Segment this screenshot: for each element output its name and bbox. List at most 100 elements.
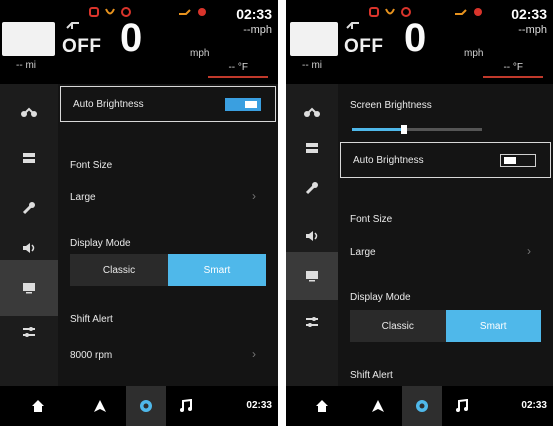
- shift-alert-value[interactable]: 8000 rpm: [70, 350, 112, 361]
- toggle-knob: [504, 157, 516, 164]
- display-mode-classic[interactable]: Classic: [350, 310, 446, 342]
- shift-alert-label: Shift Alert: [350, 370, 393, 381]
- auto-brightness-toggle[interactable]: [500, 154, 536, 167]
- warning-lights-right: [178, 6, 208, 18]
- display-mode-selector[interactable]: Classic Smart: [70, 254, 266, 286]
- brake-warning-icon: [474, 8, 482, 16]
- speed-readout: 0: [120, 16, 143, 60]
- display-icon: [23, 283, 35, 294]
- chevron-right-icon[interactable]: ›: [252, 347, 256, 361]
- slider-fill: [352, 128, 404, 131]
- sidebar-item-layout[interactable]: [0, 130, 58, 186]
- temperature-bar: [208, 76, 268, 78]
- nav-clock: 02:33: [521, 400, 547, 411]
- nav-music[interactable]: [442, 386, 482, 426]
- temperature-readout: -- °F: [503, 62, 523, 73]
- temperature-bar: [483, 76, 543, 78]
- gear-icon: [416, 400, 428, 412]
- home-icon: [32, 400, 44, 412]
- motorcycle-icon: [304, 107, 320, 117]
- display-mode-smart[interactable]: Smart: [445, 310, 541, 342]
- chevron-right-icon[interactable]: ›: [252, 189, 256, 203]
- settings-screen-auto-brightness-on: -- mi OFF 0 mph 02:33 --mph -- °F Auto B…: [0, 0, 278, 426]
- warning-lights-right: [454, 6, 484, 18]
- status-header: -- mi OFF 0 mph 02:33 --mph -- °F: [0, 0, 278, 84]
- auto-brightness-toggle[interactable]: [225, 98, 261, 111]
- music-note-icon: [180, 399, 192, 412]
- tire-pressure-icon: [385, 8, 395, 15]
- engine-warning-icon: [369, 7, 379, 17]
- display-mode-selector[interactable]: Classic Smart: [350, 310, 541, 342]
- auto-brightness-row[interactable]: Auto Brightness: [60, 86, 276, 122]
- nav-settings[interactable]: [126, 386, 166, 426]
- toggle-knob: [245, 101, 257, 108]
- font-size-value[interactable]: Large: [350, 247, 376, 258]
- dashboard-layout-icon: [306, 143, 318, 153]
- warning-lights-left: [368, 6, 412, 18]
- nav-clock: 02:33: [246, 400, 272, 411]
- wrench-icon: [22, 202, 35, 215]
- engine-warning-icon: [89, 7, 99, 17]
- motorcycle-icon: [21, 107, 37, 117]
- clock: 02:33: [236, 6, 272, 22]
- nav-home[interactable]: [302, 386, 342, 426]
- nav-settings[interactable]: [402, 386, 442, 426]
- display-mode-smart[interactable]: Smart: [168, 254, 266, 286]
- display-icon: [306, 271, 318, 282]
- settings-sidebar: [286, 84, 338, 386]
- speed-unit: mph: [190, 48, 210, 59]
- gear-indicator: OFF: [62, 36, 102, 57]
- font-size-label: Font Size: [350, 214, 393, 225]
- sliders-icon: [306, 317, 318, 327]
- auto-brightness-row[interactable]: Auto Brightness: [340, 142, 551, 178]
- warning-lights-left: [88, 6, 132, 18]
- oil-can-icon: [455, 9, 467, 15]
- tire-pressure-icon: [105, 8, 115, 15]
- speed-readout: 0: [404, 16, 427, 60]
- font-size-label: Font Size: [70, 160, 113, 171]
- sidebar-item-display[interactable]: [286, 252, 338, 300]
- clock: 02:33: [511, 6, 547, 22]
- home-icon: [316, 400, 328, 412]
- status-header: -- mi OFF 0 mph 02:33 --mph -- °F: [286, 0, 553, 84]
- bottom-nav: 02:33: [0, 386, 278, 426]
- sliders-icon: [23, 327, 35, 337]
- oil-can-icon: [179, 9, 191, 15]
- sidebar-item-preferences[interactable]: [286, 294, 338, 350]
- sidebar-item-preferences[interactable]: [0, 304, 58, 360]
- display-settings-list: Screen Brightness Auto Brightness Font S…: [338, 84, 553, 386]
- gear-indicator: OFF: [344, 36, 384, 57]
- display-mode-label: Display Mode: [350, 292, 411, 303]
- dashboard-layout-icon: [23, 153, 35, 163]
- display-mode-classic[interactable]: Classic: [70, 254, 168, 286]
- gear-shift-icon: [346, 22, 359, 29]
- shift-alert-label: Shift Alert: [70, 314, 113, 325]
- gear-shift-icon: [66, 22, 79, 29]
- navigation-arrow-icon: [94, 400, 106, 412]
- music-note-icon: [456, 399, 468, 412]
- nav-home[interactable]: [18, 386, 58, 426]
- odometer-display: [2, 22, 55, 56]
- screen-brightness-slider[interactable]: [352, 125, 482, 134]
- wrench-icon: [305, 182, 318, 195]
- odometer-display: [290, 22, 338, 56]
- speaker-icon: [306, 231, 318, 241]
- display-mode-label: Display Mode: [70, 238, 131, 249]
- nav-navigation[interactable]: [80, 386, 120, 426]
- bottom-nav: 02:33: [286, 386, 553, 426]
- chevron-right-icon[interactable]: ›: [527, 244, 531, 258]
- settings-sidebar: [0, 84, 58, 386]
- auto-brightness-label: Auto Brightness: [353, 155, 424, 166]
- font-size-value[interactable]: Large: [70, 192, 96, 203]
- oil-warning-icon: [121, 7, 131, 17]
- brake-warning-icon: [198, 8, 206, 16]
- secondary-speed: --mph: [518, 24, 547, 36]
- nav-music[interactable]: [166, 386, 206, 426]
- navigation-arrow-icon: [372, 400, 384, 412]
- oil-warning-icon: [401, 7, 411, 17]
- speaker-icon: [23, 243, 35, 253]
- secondary-speed: --mph: [243, 24, 272, 36]
- slider-handle[interactable]: [401, 125, 407, 134]
- nav-navigation[interactable]: [358, 386, 398, 426]
- trip-distance: -- mi: [302, 60, 322, 71]
